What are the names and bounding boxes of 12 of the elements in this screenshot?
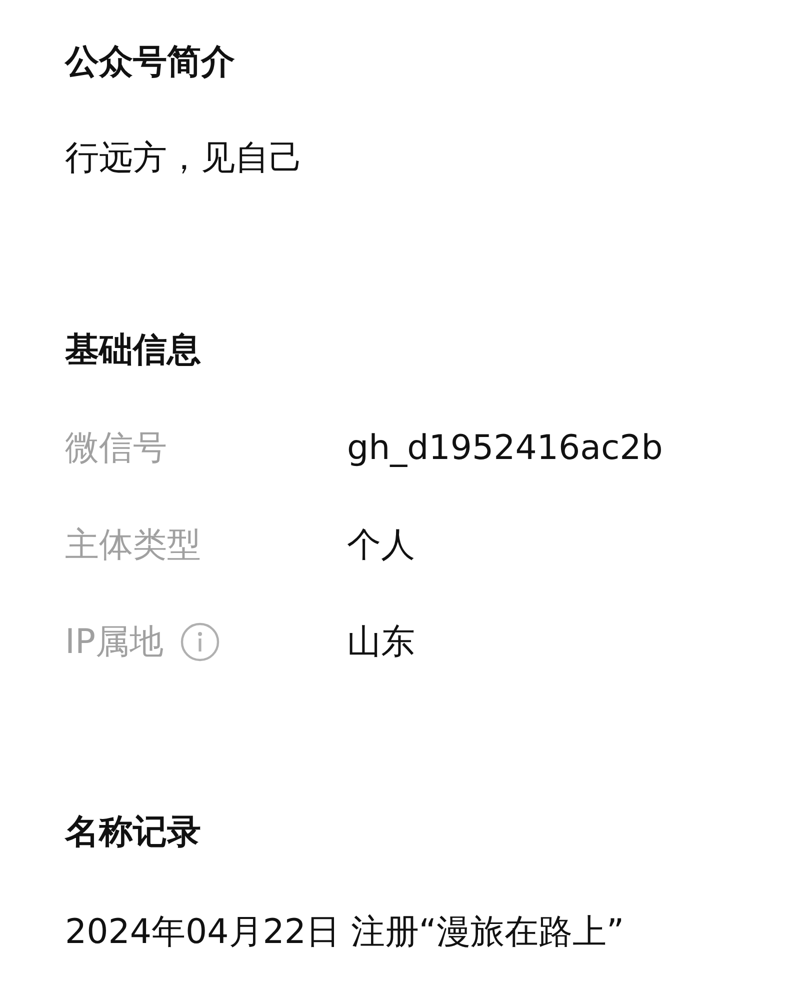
info-icon[interactable]	[180, 622, 220, 662]
field-label: IP属地	[65, 621, 164, 664]
section-title: 公众号简介	[65, 41, 235, 84]
section-title: 名称记录	[65, 811, 201, 854]
section-title: 基础信息	[65, 329, 201, 372]
field-value: 个人	[347, 524, 415, 567]
name-record: 2024年04月22日 注册“漫旅在路上”	[65, 911, 624, 954]
field-label: 主体类型	[65, 524, 201, 567]
field-label: 微信号	[65, 427, 167, 470]
field-value: gh_d1952416ac2b	[347, 428, 663, 468]
field-value: 山东	[347, 621, 415, 664]
intro-text: 行远方，见自己	[65, 137, 303, 180]
